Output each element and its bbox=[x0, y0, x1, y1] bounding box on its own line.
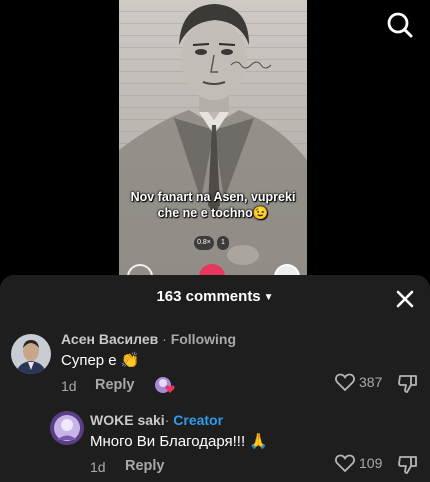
comment-text: Много Ви Благодаря!!! 🙏 bbox=[90, 432, 268, 450]
following-tag: Following bbox=[170, 331, 237, 347]
comment-text: Супер е 👏 bbox=[61, 351, 140, 369]
heart-icon bbox=[335, 454, 355, 473]
video-caption: Nov fanart na Asen, vupreki che ne e toc… bbox=[120, 189, 306, 221]
avatar[interactable] bbox=[50, 411, 84, 445]
clapping-hands-emoji: 👏 bbox=[120, 352, 140, 369]
separator-dot: · bbox=[162, 331, 167, 347]
caption-line-2-text: che ne e tochno bbox=[157, 206, 253, 220]
video-player[interactable]: Nov fanart na Asen, vupreki che ne e toc… bbox=[0, 0, 430, 290]
comment-username[interactable]: Асен Василев · Following bbox=[61, 331, 236, 347]
caption-line-2: che ne e tochno😉 bbox=[120, 205, 306, 221]
comment-text-body: Супер е bbox=[61, 352, 117, 369]
comments-count-label: 163 comments bbox=[156, 288, 261, 305]
comment-username[interactable]: WOKE saki· Creator bbox=[90, 412, 223, 428]
like-button[interactable]: 387 bbox=[334, 372, 382, 392]
like-count: 387 bbox=[359, 374, 383, 390]
creator-tag: Creator bbox=[173, 412, 224, 428]
reply-button[interactable]: Reply bbox=[125, 458, 165, 474]
like-count: 109 bbox=[359, 455, 383, 471]
video-frame[interactable] bbox=[119, 0, 307, 275]
playback-speed-badge[interactable]: 0.8× bbox=[194, 236, 214, 250]
search-icon[interactable] bbox=[383, 8, 417, 42]
liked-by-creator-icon bbox=[155, 377, 175, 393]
pencil-sketch-portrait bbox=[119, 4, 307, 275]
avatar[interactable] bbox=[11, 334, 51, 374]
close-icon[interactable] bbox=[394, 288, 416, 310]
comments-sheet: 163 comments ▼ Асен Василев · Following С… bbox=[0, 275, 430, 482]
page-indicator-badge: 1 bbox=[217, 236, 229, 250]
separator-dot: · bbox=[164, 412, 170, 428]
heart-icon bbox=[335, 373, 355, 392]
username-text: Асен Василев bbox=[61, 331, 159, 347]
caption-line-1: Nov fanart na Asen, vupreki bbox=[130, 190, 296, 204]
comment-age: 1d bbox=[90, 459, 106, 475]
dislike-icon[interactable] bbox=[397, 373, 419, 395]
comment-text-body: Много Ви Благодаря!!! bbox=[90, 433, 246, 450]
comment-age: 1d bbox=[61, 378, 77, 394]
comments-count-title[interactable]: 163 comments ▼ bbox=[0, 288, 430, 305]
chevron-down-icon: ▼ bbox=[263, 292, 274, 303]
folded-hands-emoji: 🙏 bbox=[249, 433, 269, 450]
username-text: WOKE saki bbox=[90, 412, 165, 428]
like-button[interactable]: 109 bbox=[334, 453, 382, 473]
reply-button[interactable]: Reply bbox=[95, 377, 135, 393]
dislike-icon[interactable] bbox=[397, 454, 419, 476]
wink-emoji: 😉 bbox=[252, 206, 269, 220]
